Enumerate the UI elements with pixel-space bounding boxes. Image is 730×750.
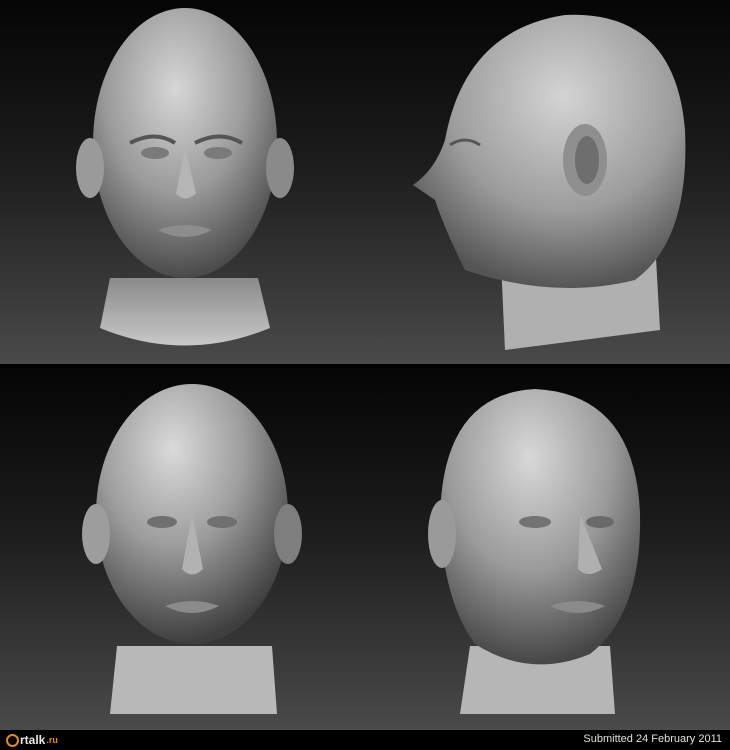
- logo-text: rtalk: [20, 733, 46, 747]
- site-logo: rtalk .ru: [6, 732, 58, 748]
- submitted-date: Submitted 24 February 2011: [583, 733, 722, 745]
- head-render-profile: [405, 10, 695, 355]
- logo-domain: .ru: [46, 735, 58, 745]
- head-render-three-quarter: [420, 384, 660, 724]
- image-sheet: rtalk .ru Submitted 24 February 2011: [0, 0, 730, 750]
- head-render-front-lit: [72, 384, 312, 724]
- footer-bar: rtalk .ru Submitted 24 February 2011: [0, 730, 730, 750]
- logo-ring-icon: [6, 733, 19, 747]
- head-render-front: [70, 8, 300, 358]
- bottom-panel: [0, 368, 730, 730]
- top-panel: [0, 0, 730, 364]
